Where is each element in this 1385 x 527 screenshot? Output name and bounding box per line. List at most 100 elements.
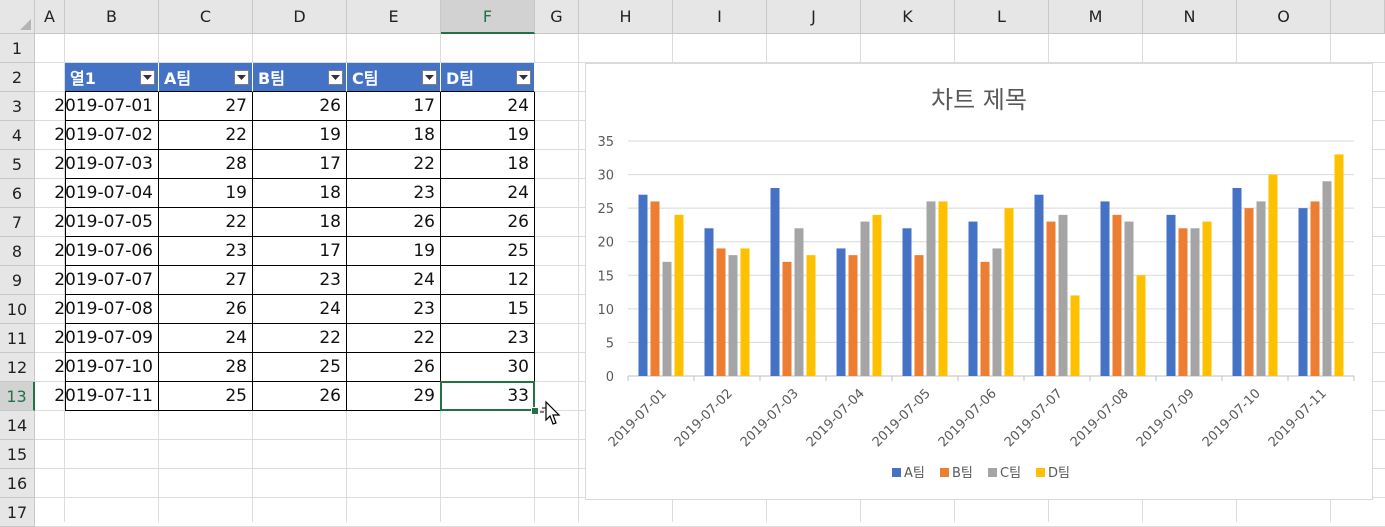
- row-header-3[interactable]: 3: [0, 92, 35, 121]
- table-cell-value[interactable]: 26: [253, 92, 347, 121]
- table-cell-value[interactable]: 22: [347, 324, 441, 353]
- filter-dropdown-icon[interactable]: [234, 70, 249, 85]
- table-header-cell[interactable]: D팀: [441, 63, 535, 92]
- row-header-11[interactable]: 11: [0, 324, 35, 353]
- table-cell-value[interactable]: 26: [253, 382, 347, 411]
- table-cell-date[interactable]: 2019-07-05: [54, 208, 159, 237]
- column-header-a[interactable]: A: [35, 0, 65, 34]
- table-cell-date[interactable]: 2019-07-03: [54, 150, 159, 179]
- table-cell-date[interactable]: 2019-07-08: [54, 295, 159, 324]
- column-header-l[interactable]: L: [955, 0, 1049, 34]
- table-cell-value[interactable]: 27: [159, 266, 253, 295]
- column-header-e[interactable]: E: [347, 0, 441, 34]
- row-header-9[interactable]: 9: [0, 266, 35, 295]
- table-cell-value[interactable]: 28: [159, 150, 253, 179]
- column-header-c[interactable]: C: [159, 0, 253, 34]
- table-cell-date[interactable]: 2019-07-11: [54, 382, 159, 411]
- table-cell-value[interactable]: 26: [441, 208, 535, 237]
- filter-dropdown-icon[interactable]: [422, 70, 437, 85]
- table-cell-value[interactable]: 28: [159, 353, 253, 382]
- column-header-g[interactable]: G: [535, 0, 579, 34]
- select-all-button[interactable]: [0, 0, 35, 34]
- table-cell-value[interactable]: 23: [347, 179, 441, 208]
- row-header-14[interactable]: 14: [0, 411, 35, 440]
- column-header-b[interactable]: B: [65, 0, 159, 34]
- table-cell-value[interactable]: 27: [159, 92, 253, 121]
- table-cell-date[interactable]: 2019-07-09: [54, 324, 159, 353]
- column-header-j[interactable]: J: [767, 0, 861, 34]
- filter-dropdown-icon[interactable]: [140, 70, 155, 85]
- column-header-n[interactable]: N: [1143, 0, 1237, 34]
- table-cell-value[interactable]: 19: [159, 179, 253, 208]
- table-cell-value[interactable]: 18: [253, 208, 347, 237]
- table-cell-value[interactable]: 29: [347, 382, 441, 411]
- table-header-cell[interactable]: A팀: [159, 63, 253, 92]
- table-cell-value[interactable]: 24: [441, 92, 535, 121]
- table-cell-value[interactable]: 17: [253, 237, 347, 266]
- table-cell-value[interactable]: 23: [347, 295, 441, 324]
- table-cell-value[interactable]: 23: [159, 237, 253, 266]
- table-cell-value[interactable]: 25: [253, 353, 347, 382]
- legend-label: D팀: [1048, 466, 1070, 481]
- table-cell-value[interactable]: 26: [347, 353, 441, 382]
- table-cell-date[interactable]: 2019-07-07: [54, 266, 159, 295]
- table-cell-value[interactable]: 19: [441, 121, 535, 150]
- row-header-6[interactable]: 6: [0, 179, 35, 208]
- table-cell-value[interactable]: 23: [441, 324, 535, 353]
- table-cell-value[interactable]: 15: [441, 295, 535, 324]
- row-header-13[interactable]: 13: [0, 382, 35, 411]
- table-cell-value[interactable]: 25: [441, 237, 535, 266]
- table-cell-value[interactable]: 19: [347, 237, 441, 266]
- row-header-4[interactable]: 4: [0, 121, 35, 150]
- filter-dropdown-icon[interactable]: [328, 70, 343, 85]
- table-cell-value[interactable]: 12: [441, 266, 535, 295]
- fill-handle[interactable]: [531, 407, 539, 415]
- row-header-1[interactable]: 1: [0, 34, 35, 63]
- table-cell-value[interactable]: 18: [347, 121, 441, 150]
- table-cell-value[interactable]: 24: [253, 295, 347, 324]
- table-header-cell[interactable]: 열1: [65, 63, 159, 92]
- row-header-16[interactable]: 16: [0, 469, 35, 498]
- table-cell-value[interactable]: 24: [347, 266, 441, 295]
- row-header-7[interactable]: 7: [0, 208, 35, 237]
- column-header-k[interactable]: K: [861, 0, 955, 34]
- table-cell-value[interactable]: 22: [159, 208, 253, 237]
- column-header-d[interactable]: D: [253, 0, 347, 34]
- row-header-5[interactable]: 5: [0, 150, 35, 179]
- table-cell-value[interactable]: 25: [159, 382, 253, 411]
- table-cell-value[interactable]: 18: [441, 150, 535, 179]
- table-header-cell[interactable]: B팀: [253, 63, 347, 92]
- table-cell-date[interactable]: 2019-07-04: [54, 179, 159, 208]
- table-cell-date[interactable]: 2019-07-01: [54, 92, 159, 121]
- table-cell-value[interactable]: 22: [253, 324, 347, 353]
- table-cell-date[interactable]: 2019-07-10: [54, 353, 159, 382]
- table-cell-value[interactable]: 17: [347, 92, 441, 121]
- table-header-cell[interactable]: C팀: [347, 63, 441, 92]
- table-cell-value[interactable]: 26: [347, 208, 441, 237]
- table-cell-value[interactable]: 18: [253, 179, 347, 208]
- table-cell-value[interactable]: 19: [253, 121, 347, 150]
- table-cell-value[interactable]: 30: [441, 353, 535, 382]
- column-header-h[interactable]: H: [579, 0, 673, 34]
- table-cell-value[interactable]: 24: [159, 324, 253, 353]
- table-cell-date[interactable]: 2019-07-06: [54, 237, 159, 266]
- table-cell-value[interactable]: 26: [159, 295, 253, 324]
- row-header-15[interactable]: 15: [0, 440, 35, 469]
- table-cell-date[interactable]: 2019-07-02: [54, 121, 159, 150]
- row-header-17[interactable]: 17: [0, 498, 35, 527]
- table-cell-value[interactable]: 23: [253, 266, 347, 295]
- chart[interactable]: 차트 제목 0 5 10 15 20 25 30 35 2019-07-01 2019-07-02…: [585, 63, 1373, 500]
- column-header-o[interactable]: O: [1237, 0, 1331, 34]
- column-header-i[interactable]: I: [673, 0, 767, 34]
- table-cell-value[interactable]: 22: [159, 121, 253, 150]
- row-header-12[interactable]: 12: [0, 353, 35, 382]
- column-header-m[interactable]: M: [1049, 0, 1143, 34]
- table-cell-value[interactable]: 22: [347, 150, 441, 179]
- table-cell-value[interactable]: 17: [253, 150, 347, 179]
- table-cell-value[interactable]: 24: [441, 179, 535, 208]
- row-header-10[interactable]: 10: [0, 295, 35, 324]
- row-header-8[interactable]: 8: [0, 237, 35, 266]
- filter-dropdown-icon[interactable]: [516, 70, 531, 85]
- row-header-2[interactable]: 2: [0, 63, 35, 92]
- column-header-f[interactable]: F: [441, 0, 535, 34]
